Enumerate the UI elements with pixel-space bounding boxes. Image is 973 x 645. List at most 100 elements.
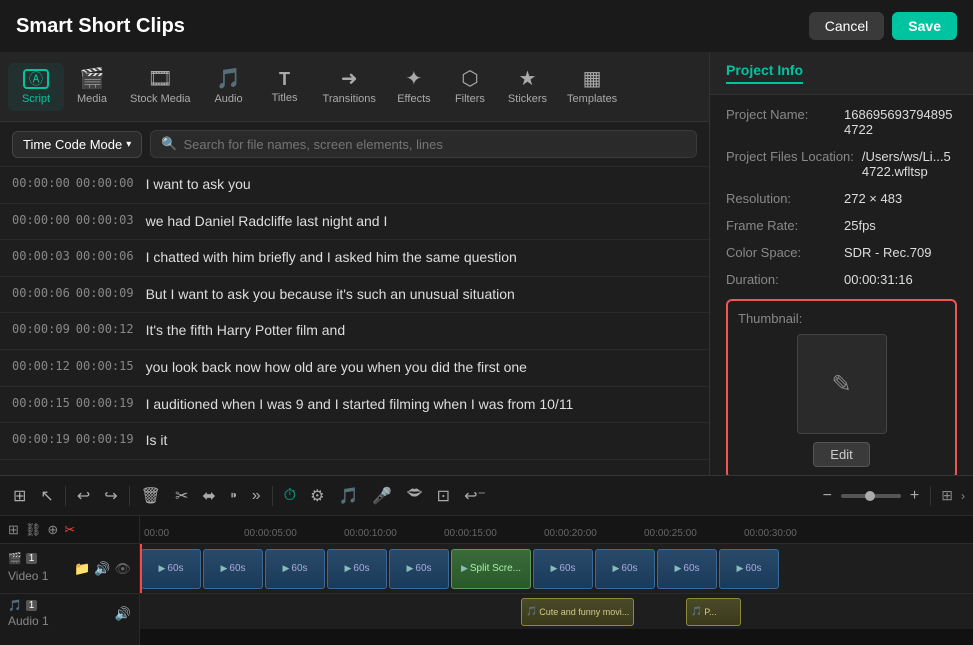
script-line[interactable]: 00:00:09 00:00:12 It's the fifth Harry P…: [0, 313, 709, 350]
toolbar-item-filters[interactable]: ⬡ Filters: [442, 63, 498, 111]
media-icon: 🎬: [80, 69, 105, 89]
audio-track-icon: 🎵: [8, 599, 22, 612]
info-label: Project Files Location:: [726, 149, 854, 164]
zoom-out-button[interactable]: −: [818, 483, 837, 509]
grid-view-button[interactable]: ⊞: [937, 483, 957, 508]
script-line[interactable]: 00:00:03 00:00:06 I chatted with him bri…: [0, 240, 709, 277]
toolbar-item-media[interactable]: 🎬 Media: [64, 63, 120, 111]
add-track-icon[interactable]: ⊞: [8, 522, 19, 538]
time-start: 00:00:19: [12, 432, 70, 446]
audio-clip-2[interactable]: 🎵 P...: [685, 598, 742, 626]
time-code-mode-select[interactable]: Time Code Mode ▾: [12, 131, 142, 158]
script-line[interactable]: 00:00:00 00:00:00 I want to ask you: [0, 167, 709, 204]
audio-volume-icon[interactable]: 🔊: [115, 606, 131, 622]
playhead-button[interactable]: ⏱: [279, 483, 301, 509]
video-clip[interactable]: ▶60s: [141, 549, 201, 589]
play-icon: ▶: [736, 563, 743, 574]
toolbar-item-effects[interactable]: ✦ Effects: [386, 63, 442, 111]
rewind-button[interactable]: ↩⁻: [459, 482, 491, 510]
toolbar-item-script[interactable]: Ⓐ Script: [8, 63, 64, 111]
chevron-right-icon[interactable]: ›: [961, 489, 965, 503]
video-clip[interactable]: ▶60s: [533, 549, 593, 589]
redo-button[interactable]: ↪: [99, 482, 122, 510]
script-line[interactable]: 00:00:12 00:00:15 you look back now how …: [0, 350, 709, 387]
tab-project-info[interactable]: Project Info: [726, 62, 803, 84]
video-clip[interactable]: ▶60s: [389, 549, 449, 589]
time-end: 00:00:12: [76, 322, 134, 336]
thumbnail-button[interactable]: ⊡: [432, 482, 455, 510]
ruler-mark-10: 00:00:10:00: [344, 528, 397, 539]
video-clip[interactable]: ▶60s: [657, 549, 717, 589]
info-label: Frame Rate:: [726, 218, 836, 233]
script-text: I chatted with him briefly and I asked h…: [146, 248, 517, 268]
script-line[interactable]: 00:00:06 00:00:09 But I want to ask you …: [0, 277, 709, 314]
zoom-slider[interactable]: [841, 494, 901, 498]
cut-track-icon[interactable]: ✂: [64, 522, 75, 538]
toolbar-item-transitions[interactable]: ➜ Transitions: [313, 63, 386, 111]
ruler-mark-0: 00:00: [144, 528, 169, 539]
search-input[interactable]: [183, 137, 686, 152]
cancel-button[interactable]: Cancel: [809, 12, 885, 40]
audio-button[interactable]: 🎵: [333, 482, 363, 510]
play-icon: ▶: [282, 563, 289, 574]
titles-icon: T: [279, 70, 290, 88]
link-icon[interactable]: ⛓: [25, 522, 42, 538]
audio-track-area[interactable]: 🎵 Cute and funny movi... 🎵 P...: [140, 594, 973, 629]
video-clip[interactable]: ▶60s: [719, 549, 779, 589]
eye-icon[interactable]: 👁: [114, 561, 131, 577]
toolbar-item-stickers[interactable]: ★ Stickers: [498, 63, 557, 111]
right-panel-header: Project Info: [710, 52, 973, 95]
time-end: 00:00:15: [76, 359, 134, 373]
video-track-label: 🎬 1 Video 1: [8, 552, 48, 585]
timeline-ruler[interactable]: 00:00 00:00:05:00 00:00:10:00 00:00:15:0…: [140, 516, 973, 544]
select-tool-button[interactable]: ↖: [35, 482, 58, 510]
video-clip[interactable]: ▶60s: [595, 549, 655, 589]
clip-label: 60s: [353, 563, 369, 574]
stickers-icon: ★: [519, 69, 537, 89]
video-track-name: Video 1: [8, 569, 48, 583]
split-view-button[interactable]: ⊞: [8, 482, 31, 510]
toolbar-item-titles[interactable]: T Titles: [257, 64, 313, 110]
script-line[interactable]: 00:00:00 00:00:03 we had Daniel Radcliff…: [0, 204, 709, 241]
mic-button[interactable]: 🎤: [367, 482, 397, 510]
audio-clip-label-2: P...: [704, 607, 716, 617]
undo-button[interactable]: ↩: [72, 482, 95, 510]
move-button[interactable]: ⬌: [197, 482, 220, 510]
settings-button[interactable]: ⚙: [305, 482, 329, 510]
time-start: 00:00:03: [12, 249, 70, 263]
separator-2: [129, 486, 130, 506]
script-line[interactable]: 00:00:19 00:00:19 Is it: [0, 423, 709, 460]
toolbar-item-templates[interactable]: ▦ Templates: [557, 63, 627, 111]
script-text: we had Daniel Radcliffe last night and I: [146, 212, 388, 232]
cut-button[interactable]: ✂: [170, 482, 193, 510]
more-button[interactable]: »: [247, 483, 266, 509]
script-line[interactable]: 00:00:15 00:00:19 I auditioned when I wa…: [0, 387, 709, 424]
toolbar-item-audio[interactable]: 🎵 Audio: [201, 63, 257, 111]
folder-icon[interactable]: 📁: [74, 561, 90, 577]
video-clip[interactable]: ▶Split Scre...: [451, 549, 531, 589]
split-track-icon[interactable]: ⊕: [47, 522, 58, 538]
video-clip[interactable]: ▶60s: [203, 549, 263, 589]
zoom-in-button[interactable]: +: [905, 483, 924, 509]
audio-icon: 🎵: [216, 69, 241, 89]
timeline-ruler-area: 00:00 00:00:05:00 00:00:10:00 00:00:15:0…: [140, 516, 973, 645]
volume-icon[interactable]: 🔊: [94, 561, 110, 577]
delete-button[interactable]: 🗑: [136, 482, 166, 510]
audio-clip-1[interactable]: 🎵 Cute and funny movi...: [520, 598, 635, 626]
video-clip[interactable]: ▶60s: [265, 549, 325, 589]
video-number-badge: 1: [26, 553, 38, 564]
info-value: 1686956937948954722: [844, 107, 957, 137]
toolbar-label-titles: Titles: [272, 92, 298, 104]
timeline-toolbar: ⊞ ↖ ↩ ↪ 🗑 ✂ ⬌ ⁍ » ⏱ ⚙ 🎵 🎤 🗢 ⊡ ↩⁻ − + ⊞ ›: [0, 476, 973, 516]
time-start: 00:00:00: [12, 213, 70, 227]
edit-thumbnail-button[interactable]: Edit: [813, 442, 869, 467]
split-button[interactable]: ⁍: [225, 482, 243, 510]
captions-button[interactable]: 🗢: [401, 478, 427, 513]
save-button[interactable]: Save: [892, 12, 957, 40]
toolbar-item-stock-media[interactable]: 🎞 Stock Media: [120, 63, 201, 111]
time-codes: 00:00:00 00:00:03: [12, 212, 134, 227]
video-clip[interactable]: ▶60s: [327, 549, 387, 589]
app-title: Smart Short Clips: [16, 15, 185, 38]
video-icon: 🎬: [8, 552, 22, 565]
video-track-area[interactable]: ▶60s▶60s▶60s▶60s▶60s▶Split Scre...▶60s▶6…: [140, 544, 973, 594]
